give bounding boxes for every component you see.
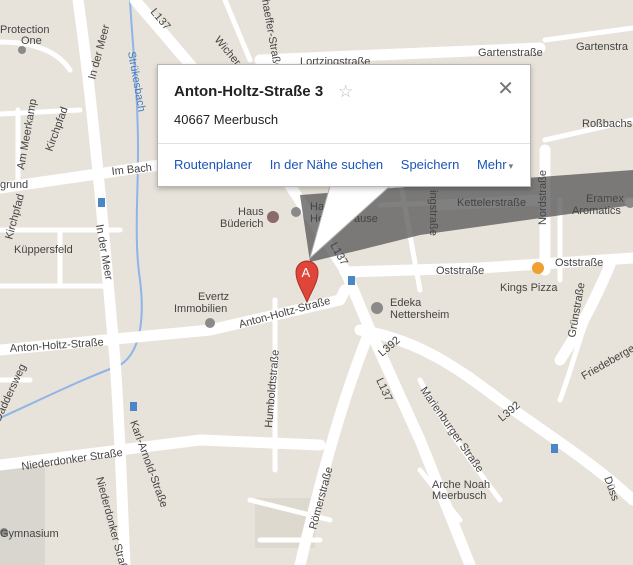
road-label: Küppersfeld	[14, 244, 73, 256]
road-label: Oststraße	[436, 265, 484, 277]
road-label: grund	[0, 179, 28, 191]
save-link[interactable]: Speichern	[401, 157, 460, 172]
poi-label: Edeka	[390, 297, 422, 309]
divider	[158, 143, 530, 144]
more-link[interactable]: Mehr ▾	[477, 157, 513, 172]
restaurant-icon	[532, 262, 544, 274]
bus-stop-icon	[130, 402, 137, 411]
bus-stop-icon	[98, 198, 105, 207]
road-label: ingstraße	[427, 190, 439, 236]
road-label: Gartenstra	[576, 41, 629, 53]
poi-label: Büderich	[220, 218, 263, 230]
poi-label: Aromatics	[572, 205, 621, 217]
poi-label: Meerbusch	[432, 490, 486, 502]
road-label: Nordstraße	[537, 170, 549, 225]
marker-label: A	[302, 265, 311, 280]
poi-label: Kings Pizza	[500, 282, 558, 294]
road-label: Roßbachs	[582, 118, 633, 130]
building-area	[0, 468, 45, 565]
poi-label: Evertz	[198, 291, 229, 303]
star-icon[interactable]: ☆	[338, 82, 353, 102]
search-nearby-link[interactable]: In der Nähe suchen	[270, 157, 383, 172]
hotel-icon	[267, 211, 279, 223]
poi-dot-icon	[291, 207, 301, 217]
bus-stop-icon	[551, 444, 558, 453]
place-title: Anton-Holtz-Straße 3	[174, 83, 324, 100]
poi-label: Gymnasium	[0, 528, 59, 540]
map-label: One	[21, 35, 42, 47]
shopping-cart-icon	[371, 302, 383, 314]
info-window-actions: Routenplaner In der Nähe suchen Speicher…	[174, 157, 527, 172]
poi-dot-icon	[205, 318, 215, 328]
route-planner-link[interactable]: Routenplaner	[174, 157, 252, 172]
place-address: 40667 Meerbusch	[174, 112, 279, 127]
road-label: Oststraße	[555, 257, 603, 269]
road-label: Kettelerstraße	[457, 197, 526, 209]
more-label: Mehr	[476, 157, 507, 172]
chevron-down-icon: ▾	[508, 161, 514, 171]
road-label: Gartenstraße	[478, 47, 543, 59]
poi-label: Immobilien	[174, 303, 227, 315]
poi-label: Haus	[238, 206, 264, 218]
info-window: Anton-Holtz-Straße 3 ☆ ✕ 40667 Meerbusch…	[157, 64, 531, 187]
bus-stop-icon	[348, 276, 355, 285]
poi-label: Eramex	[586, 193, 624, 205]
poi-dot-icon	[18, 46, 26, 54]
close-icon[interactable]: ✕	[497, 79, 514, 99]
poi-label: Nettersheim	[390, 309, 449, 321]
